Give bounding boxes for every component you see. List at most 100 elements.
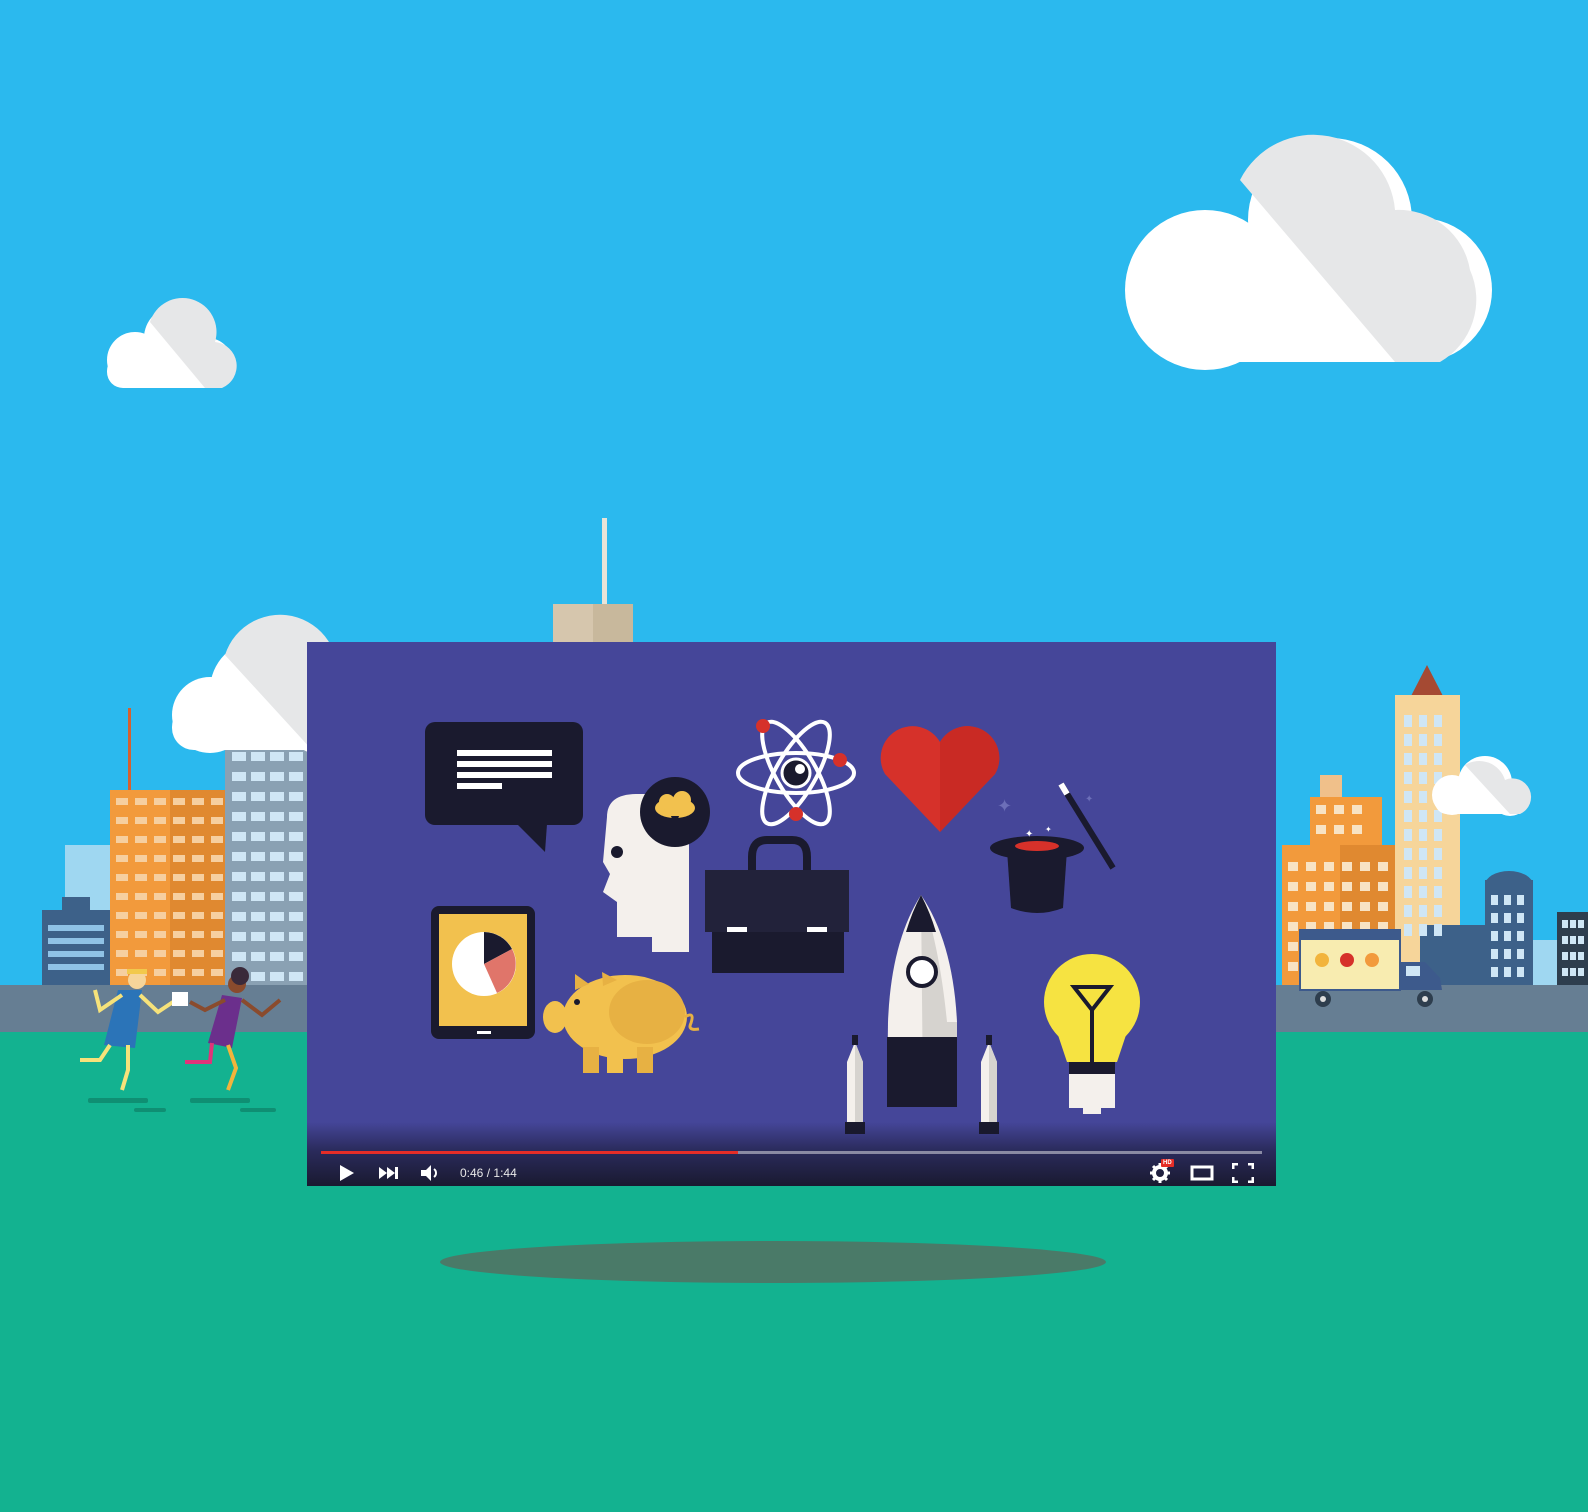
building-window [289, 832, 303, 841]
building-window [154, 874, 166, 881]
building-window [211, 817, 223, 824]
building-window [1334, 805, 1344, 814]
building-window [154, 798, 166, 805]
building-window [173, 950, 185, 957]
building-window [1434, 753, 1442, 765]
building-window [270, 892, 284, 901]
building-window [232, 832, 246, 841]
building-window [1504, 931, 1511, 941]
building-window [1419, 810, 1427, 822]
building-window [1288, 942, 1298, 951]
building-window [211, 969, 223, 976]
building-window [135, 798, 147, 805]
play-button[interactable] [331, 1161, 361, 1185]
building-window [270, 792, 284, 801]
building-window [1288, 922, 1298, 931]
building-window [1517, 913, 1524, 923]
video-frame: ✦ ✦ ✦ ✦ [307, 642, 1276, 1186]
building-window [1288, 962, 1298, 971]
fullscreen-button[interactable] [1228, 1161, 1258, 1185]
building-window [1288, 862, 1298, 871]
building-window [192, 893, 204, 900]
building-window [270, 912, 284, 921]
building-window [154, 950, 166, 957]
building-window [270, 812, 284, 821]
building-window [1434, 924, 1442, 936]
progress-bar[interactable] [321, 1151, 1262, 1154]
building-window [232, 892, 246, 901]
building-window [192, 931, 204, 938]
building-window [192, 798, 204, 805]
building-window [1404, 810, 1412, 822]
building-window [1562, 920, 1568, 928]
building-window [289, 872, 303, 881]
building-window [1378, 862, 1388, 871]
building-window [1404, 848, 1412, 860]
building-window [1419, 772, 1427, 784]
building-window [251, 872, 265, 881]
building-window [1324, 882, 1334, 891]
building-window [251, 752, 265, 761]
building-window [1404, 867, 1412, 879]
building-window [192, 836, 204, 843]
building-window [173, 912, 185, 919]
building-window [232, 932, 246, 941]
svg-text:✦: ✦ [1085, 794, 1093, 805]
building-window [1517, 895, 1524, 905]
building-window [173, 836, 185, 843]
building-window [1419, 905, 1427, 917]
volume-button[interactable] [416, 1161, 446, 1185]
building-window [1434, 867, 1442, 879]
building-window [1404, 715, 1412, 727]
building-window [116, 969, 128, 976]
video-player[interactable]: ✦ ✦ ✦ ✦ 0:46 / 1:44 HD [307, 642, 1276, 1186]
building-window [1342, 862, 1352, 871]
building-window [135, 931, 147, 938]
next-button[interactable] [374, 1161, 404, 1185]
building-window [1360, 882, 1370, 891]
building-window [1404, 753, 1412, 765]
building-window [211, 855, 223, 862]
building-window [1578, 920, 1584, 928]
building-window [1434, 905, 1442, 917]
building-window [1419, 734, 1427, 746]
building-window [1562, 952, 1568, 960]
building-window [251, 932, 265, 941]
building-window [1419, 791, 1427, 803]
building-window [251, 852, 265, 861]
building-window [1578, 952, 1584, 960]
atom-electron [833, 753, 847, 767]
building-window [1352, 825, 1362, 834]
building-window [1491, 967, 1498, 977]
building-window [1578, 936, 1584, 944]
building-window [154, 912, 166, 919]
player-shadow [440, 1241, 1106, 1283]
building-window [289, 792, 303, 801]
building-window [1504, 913, 1511, 923]
building-window [116, 931, 128, 938]
settings-button[interactable]: HD [1145, 1159, 1175, 1185]
building-window [1562, 968, 1568, 976]
building-window [251, 912, 265, 921]
building-window [232, 952, 246, 961]
building-window [270, 852, 284, 861]
building-window [116, 893, 128, 900]
theater-mode-button[interactable] [1187, 1161, 1217, 1185]
building-window [154, 969, 166, 976]
building-window [1404, 924, 1412, 936]
building-window [135, 874, 147, 881]
building-window [192, 912, 204, 919]
building-window [135, 817, 147, 824]
current-time: 0:46 [460, 1166, 484, 1180]
svg-text:✦: ✦ [1045, 825, 1052, 834]
building-window [251, 772, 265, 781]
building-window [154, 817, 166, 824]
atom-electron [789, 807, 803, 821]
building-window [1378, 902, 1388, 911]
building-window [270, 832, 284, 841]
building-window [1570, 936, 1576, 944]
building-window [1570, 968, 1576, 976]
building-window [192, 817, 204, 824]
building-window [1517, 931, 1524, 941]
building-window [1419, 867, 1427, 879]
